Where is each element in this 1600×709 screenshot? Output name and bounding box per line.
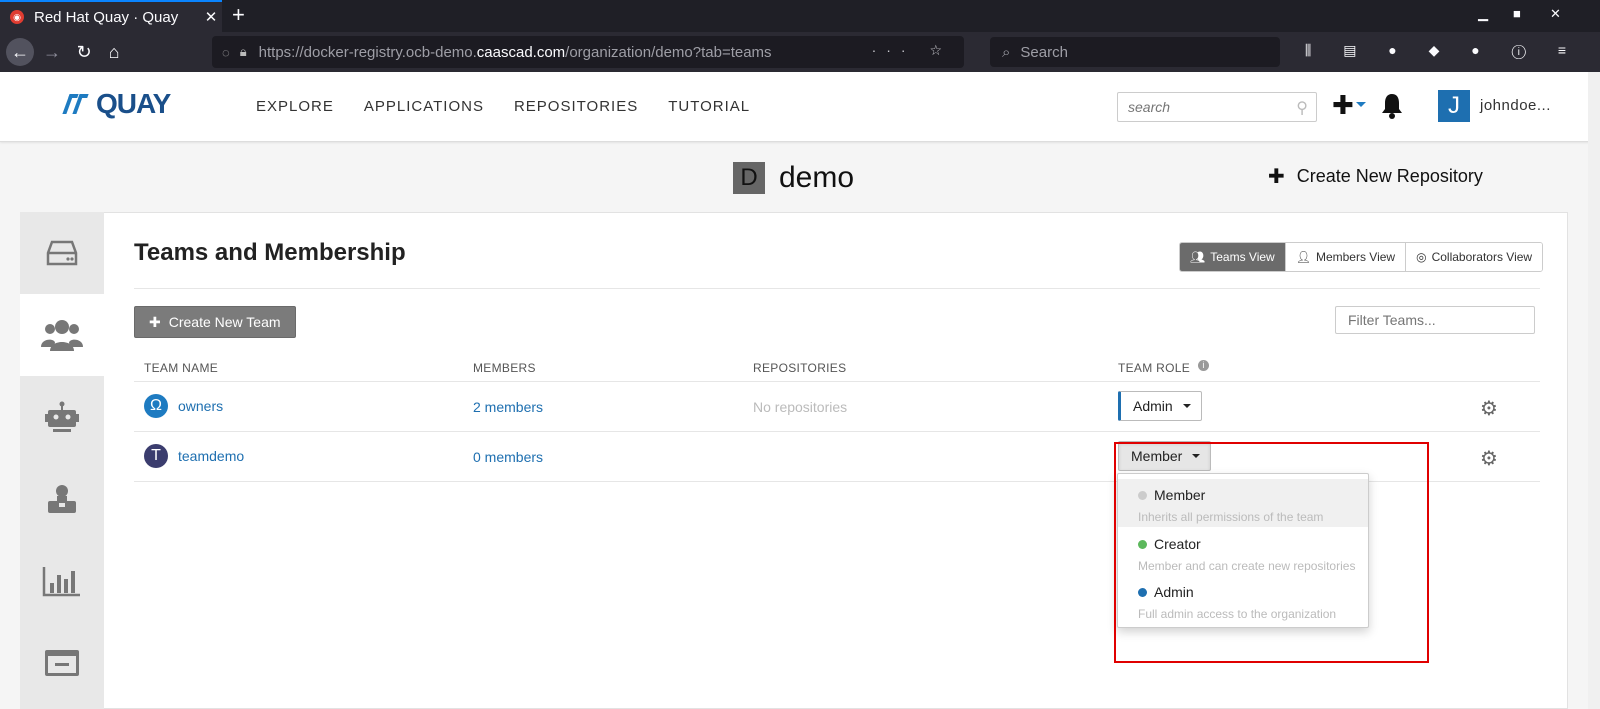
lock-icon: 🔒︎ bbox=[239, 44, 247, 59]
quay-logo-icon bbox=[62, 90, 94, 118]
highlight-annotation-box bbox=[1114, 442, 1429, 663]
users-icon: 👥︎ bbox=[1190, 250, 1206, 264]
plus-icon: ✚ bbox=[1268, 166, 1285, 188]
minimize-icon[interactable]: ▁ bbox=[1478, 6, 1488, 22]
chevron-down-icon bbox=[1182, 404, 1191, 408]
org-name: demo bbox=[779, 161, 855, 194]
team-members-link[interactable]: 2 members bbox=[473, 399, 543, 415]
column-header-members[interactable]: MEMBERS bbox=[473, 361, 536, 375]
column-header-repositories[interactable]: REPOSITORIES bbox=[753, 361, 846, 375]
search-icon: ⌕ bbox=[1002, 43, 1011, 61]
quay-favicon-icon: ◉ bbox=[10, 10, 24, 24]
plus-icon: ✚ bbox=[149, 313, 161, 330]
side-tab-teams[interactable] bbox=[20, 294, 104, 376]
robot-icon bbox=[45, 401, 79, 432]
section-divider bbox=[134, 288, 1540, 289]
nav-tutorial[interactable]: TUTORIAL bbox=[668, 98, 750, 115]
reload-icon[interactable]: ↻ bbox=[70, 38, 98, 66]
team-repositories: No repositories bbox=[753, 399, 848, 415]
view-switcher: 👥︎ Teams View 👤︎ Members View ◎ Collabor… bbox=[1179, 242, 1544, 272]
org-side-nav bbox=[20, 212, 104, 709]
bell-icon[interactable] bbox=[1380, 92, 1404, 120]
forward-icon[interactable]: → bbox=[38, 38, 66, 66]
nav-repositories[interactable]: REPOSITORIES bbox=[514, 98, 638, 115]
shield-icon: ◌ bbox=[222, 44, 230, 60]
users-icon bbox=[41, 320, 83, 351]
url-text: https://docker-registry.ocb-demo.caascad… bbox=[258, 43, 772, 61]
close-window-icon[interactable]: ✕ bbox=[1550, 6, 1561, 22]
browser-search-input[interactable]: ⌕ Search bbox=[990, 37, 1280, 67]
create-team-button[interactable]: ✚ Create New Team bbox=[134, 306, 296, 338]
user-avatar[interactable]: J bbox=[1438, 90, 1470, 122]
new-tab-button[interactable]: + bbox=[232, 3, 245, 27]
gear-icon[interactable]: ⚙ bbox=[1480, 396, 1498, 421]
header-search: ⚲ bbox=[1117, 92, 1317, 122]
maximize-icon[interactable]: ■ bbox=[1513, 6, 1521, 21]
browser-tabbar: ◉ Red Hat Quay · Quay ✕ + ▁ ■ ✕ bbox=[0, 0, 1600, 32]
user-icon: 👤︎ bbox=[1295, 250, 1311, 264]
org-title: D demo bbox=[733, 161, 854, 195]
home-icon[interactable]: ⌂ bbox=[100, 38, 128, 66]
quay-logo[interactable]: QUAY bbox=[62, 88, 171, 120]
tab-title: Red Hat Quay · Quay bbox=[34, 8, 179, 26]
nav-applications[interactable]: APPLICATIONS bbox=[364, 98, 484, 115]
page-actions-icon[interactable]: ··· ☆ bbox=[872, 42, 952, 59]
table-header-divider bbox=[134, 381, 1540, 382]
user-secret-icon bbox=[48, 485, 76, 513]
gear-icon[interactable]: ⚙ bbox=[1480, 446, 1498, 471]
collaborators-view-button[interactable]: ◎ Collaborators View bbox=[1405, 243, 1543, 271]
section-title: Teams and Membership bbox=[134, 239, 406, 266]
hdd-icon bbox=[46, 240, 78, 266]
back-icon[interactable]: ← bbox=[6, 38, 34, 66]
browser-navbar: ← → ↻ ⌂ ◌ 🔒︎ https://docker-registry.ocb… bbox=[0, 32, 1600, 72]
teams-view-button[interactable]: 👥︎ Teams View bbox=[1180, 243, 1285, 271]
create-repository-button[interactable]: ✚ Create New Repository bbox=[1268, 164, 1483, 189]
url-bar[interactable]: ◌ 🔒︎ https://docker-registry.ocb-demo.ca… bbox=[212, 36, 964, 68]
search-icon[interactable]: ⚲ bbox=[1296, 98, 1308, 118]
team-avatar-icon: T bbox=[144, 444, 168, 468]
browser-toolbar-icons[interactable]: ⫼ ▤ ● ◆ ● ⓘ ≡ bbox=[1305, 42, 1580, 59]
bar-chart-icon bbox=[42, 567, 80, 597]
user-circle-icon: ◎ bbox=[1416, 250, 1427, 264]
create-plus-icon[interactable]: ✚ bbox=[1332, 90, 1354, 121]
team-name-link[interactable]: teamdemo bbox=[178, 448, 244, 464]
side-tab-applications[interactable] bbox=[20, 622, 104, 704]
column-header-team-name[interactable]: TEAM NAME bbox=[144, 361, 218, 375]
close-tab-icon[interactable]: ✕ bbox=[200, 8, 222, 26]
org-avatar: D bbox=[733, 162, 765, 194]
info-icon[interactable]: i bbox=[1198, 360, 1209, 371]
username[interactable]: johndoe... bbox=[1480, 97, 1551, 114]
main-nav: EXPLORE APPLICATIONS REPOSITORIES TUTORI… bbox=[256, 98, 750, 115]
header-search-input[interactable] bbox=[1118, 93, 1278, 121]
side-tab-default-permissions[interactable] bbox=[20, 458, 104, 540]
team-avatar-icon: Ω bbox=[144, 394, 168, 418]
side-tab-robots[interactable] bbox=[20, 376, 104, 458]
members-view-button[interactable]: 👤︎ Members View bbox=[1284, 243, 1406, 271]
page-scrollbar[interactable] bbox=[1588, 72, 1600, 709]
chevron-down-icon[interactable] bbox=[1356, 102, 1366, 107]
app-header: QUAY EXPLORE APPLICATIONS REPOSITORIES T… bbox=[0, 72, 1600, 142]
team-name-link[interactable]: owners bbox=[178, 398, 223, 414]
side-tab-usage-logs[interactable] bbox=[20, 540, 104, 622]
team-members-link[interactable]: 0 members bbox=[473, 449, 543, 465]
filter-teams bbox=[1335, 306, 1535, 334]
browser-tab[interactable]: ◉ Red Hat Quay · Quay ✕ bbox=[0, 0, 222, 32]
side-tab-repositories[interactable] bbox=[20, 212, 104, 294]
team-role-dropdown[interactable]: Admin bbox=[1118, 391, 1202, 421]
nav-explore[interactable]: EXPLORE bbox=[256, 98, 334, 115]
column-header-team-role[interactable]: TEAM ROLE bbox=[1118, 361, 1190, 375]
window-icon bbox=[45, 650, 79, 676]
filter-teams-input[interactable] bbox=[1336, 307, 1534, 333]
row-divider bbox=[134, 431, 1540, 432]
